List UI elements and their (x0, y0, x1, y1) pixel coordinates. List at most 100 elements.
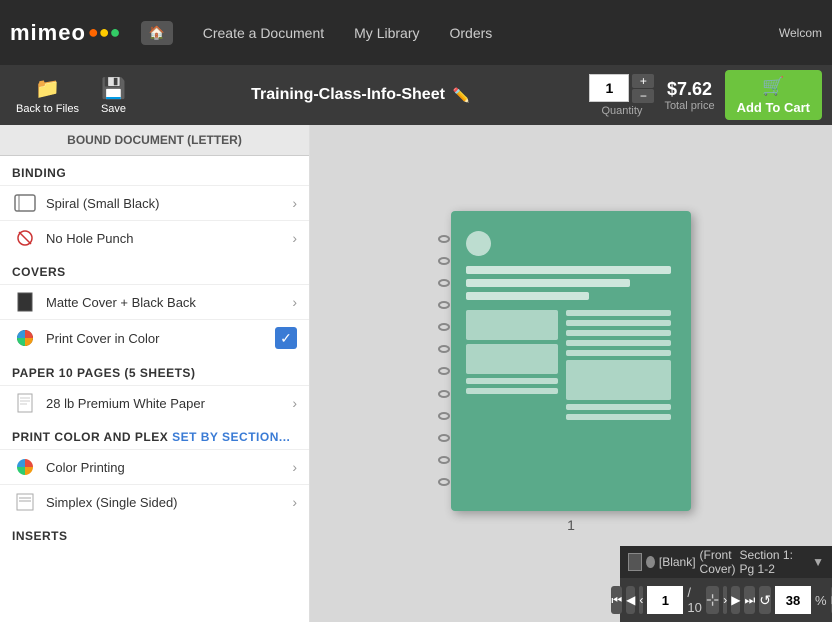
quantity-input[interactable] (589, 74, 629, 102)
front-cover-label: (Front Cover) (700, 548, 736, 576)
binding-section-title: BINDING (0, 156, 309, 185)
preview-small-line-3 (566, 310, 671, 316)
my-library-link[interactable]: My Library (354, 25, 419, 41)
print-cover-label: Print Cover in Color (46, 331, 275, 346)
pagination-bar: ⏮ ◀ ‹ / 10 ⊹ › ▶ ⏭ ↺ % ⊞ (620, 578, 832, 622)
preview-line-1 (466, 266, 671, 274)
section-chevron-icon[interactable]: ▼ (812, 555, 824, 569)
first-page-button[interactable]: ⏮ (611, 586, 622, 614)
no-hole-punch-option[interactable]: No Hole Punch › (0, 220, 309, 255)
preview-col-left (466, 310, 558, 491)
quantity-increase-button[interactable]: + (632, 74, 654, 88)
no-hole-punch-arrow-icon: › (292, 230, 297, 246)
step-forward-button[interactable]: › (723, 586, 727, 614)
preview-block-2 (466, 344, 558, 374)
save-button[interactable]: 💾 Save (95, 72, 132, 119)
zoom-percent-label: % (815, 593, 827, 608)
page-total: / 10 (687, 585, 701, 615)
preview-line-2 (466, 279, 630, 287)
spiral-label: Spiral (Small Black) (46, 196, 292, 211)
color-printing-label: Color Printing (46, 460, 292, 475)
save-label: Save (101, 103, 126, 115)
spiral-icon (12, 193, 38, 213)
cursor-button[interactable]: ⊹ (706, 586, 719, 614)
cart-icon: 🛒 (762, 76, 784, 97)
document-preview (451, 211, 691, 511)
simplex-arrow-icon: › (292, 494, 297, 510)
logo-text: mimeo (10, 20, 86, 46)
step-back-button[interactable]: ‹ (639, 586, 643, 614)
preview-small-line-5 (566, 330, 671, 336)
price-area: $7.62 Total price (664, 79, 714, 112)
preview-col-right (566, 310, 671, 491)
document-title-area: Training-Class-Info-Sheet ✏️ (142, 86, 579, 104)
save-icon: 💾 (101, 76, 126, 101)
preview-small-line-6 (566, 340, 671, 346)
preview-small-line-4 (566, 320, 671, 326)
logo-dots: ●●● (88, 22, 121, 43)
orders-link[interactable]: Orders (450, 25, 493, 41)
quantity-decrease-button[interactable]: − (632, 89, 654, 103)
print-color-section-title: PRINT COLOR AND PLEX SET BY SECTION... (0, 420, 309, 449)
main-content: BOUND DOCUMENT (LETTER) BINDING Spiral (… (0, 125, 832, 622)
rotate-button[interactable]: ↺ (759, 586, 771, 614)
next-page-button[interactable]: ▶ (731, 586, 740, 614)
nav-links: 🏠 Create a Document My Library Orders (141, 21, 779, 45)
home-icon: 🏠 (149, 25, 165, 40)
zoom-input[interactable] (775, 586, 811, 614)
color-printing-icon (12, 457, 38, 477)
quantity-area: + − Quantity (589, 74, 654, 117)
logo: mimeo●●● (10, 20, 121, 46)
welcome-text: Welcom (779, 26, 822, 40)
matte-cover-arrow-icon: › (292, 294, 297, 310)
preview-small-line-2 (466, 388, 558, 394)
create-document-link[interactable]: Create a Document (203, 25, 324, 41)
print-cover-checkbox[interactable]: ✓ (275, 327, 297, 349)
matte-cover-option[interactable]: Matte Cover + Black Back › (0, 284, 309, 319)
paper-label: 28 lb Premium White Paper (46, 396, 292, 411)
back-to-files-label: Back to Files (16, 103, 79, 115)
paper-section-title: PAPER 10 PAGES (5 SHEETS) (0, 356, 309, 385)
preview-small-line-8 (566, 404, 671, 410)
add-to-cart-label: Add To Cart (737, 100, 810, 115)
spiral-arrow-icon: › (292, 195, 297, 211)
quantity-label: Quantity (601, 105, 642, 117)
add-to-cart-button[interactable]: 🛒 Add To Cart (725, 70, 822, 120)
price-value: $7.62 (664, 79, 714, 100)
set-by-section-link[interactable]: SET BY SECTION... (172, 430, 290, 444)
top-navigation: mimeo●●● 🏠 Create a Document My Library … (0, 0, 832, 65)
bottom-info-bar: [Blank] (Front Cover) Section 1: Pg 1-2 … (620, 546, 832, 578)
toolbar: 📁 Back to Files 💾 Save Training-Class-In… (0, 65, 832, 125)
spiral-binding (437, 221, 451, 501)
print-cover-option[interactable]: Print Cover in Color ✓ (0, 319, 309, 356)
preview-block-3 (566, 360, 671, 400)
simplex-label: Simplex (Single Sided) (46, 495, 292, 510)
preview-block-1 (466, 310, 558, 340)
sidebar: BOUND DOCUMENT (LETTER) BINDING Spiral (… (0, 125, 310, 622)
preview-small-line-7 (566, 350, 671, 356)
covers-section-title: COVERS (0, 255, 309, 284)
preview-circle (466, 231, 491, 256)
back-to-files-button[interactable]: 📁 Back to Files (10, 72, 85, 119)
edit-title-icon[interactable]: ✏️ (453, 87, 470, 104)
simplex-icon (12, 492, 38, 512)
preview-small-line-1 (466, 378, 558, 384)
last-page-button[interactable]: ⏭ (744, 586, 755, 614)
preview-small-line-9 (566, 414, 671, 420)
prev-page-button[interactable]: ◀ (626, 586, 635, 614)
paper-arrow-icon: › (292, 395, 297, 411)
home-button[interactable]: 🏠 (141, 21, 173, 45)
no-hole-punch-icon (12, 228, 38, 248)
preview-area: 1 [Blank] (Front Cover) Section 1: Pg 1-… (310, 125, 832, 622)
paper-option[interactable]: 28 lb Premium White Paper › (0, 385, 309, 420)
simplex-option[interactable]: Simplex (Single Sided) › (0, 484, 309, 519)
section-label: Section 1: Pg 1-2 (740, 548, 809, 576)
no-hole-punch-label: No Hole Punch (46, 231, 292, 246)
preview-line-3 (466, 292, 589, 300)
color-printing-option[interactable]: Color Printing › (0, 449, 309, 484)
page-input[interactable] (647, 586, 683, 614)
quantity-controls: + − (589, 74, 654, 103)
spiral-option[interactable]: Spiral (Small Black) › (0, 185, 309, 220)
preview-columns (466, 310, 671, 491)
blank-box[interactable] (628, 553, 642, 571)
